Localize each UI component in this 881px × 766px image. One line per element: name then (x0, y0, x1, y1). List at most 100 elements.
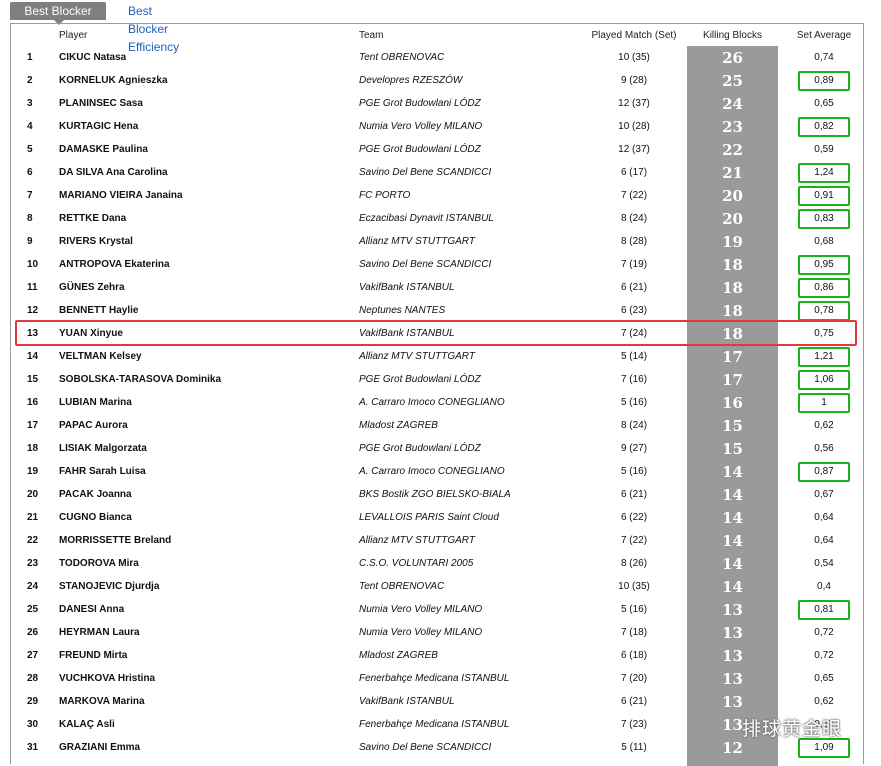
killing-blocks-value: 25 (722, 72, 743, 90)
table-row[interactable]: 1 CIKUC Natasa Tent OBRENOVAC 10 (35) 26 0,74 (11, 46, 863, 69)
player-name: DA SILVA Ana Carolina (59, 167, 168, 178)
table-row[interactable]: 11 GÜNES Zehra VakifBank ISTANBUL 6 (21) 18 0… (11, 276, 863, 299)
table-row[interactable]: 8 RETTKE Dana Eczacibasi Dynavit ISTANBUL 8… (11, 207, 863, 230)
rank-cell: 20 (27, 489, 39, 500)
player-name: CUGNO Bianca (59, 512, 132, 523)
tab-best-blocker[interactable]: Best Blocker (10, 2, 106, 25)
table-row[interactable]: 18 LISIAK Malgorzata PGE Grot Budowlani LÓ… (11, 437, 863, 460)
rank-cell: 11 (27, 282, 38, 293)
header-killing-blocks: Killing Blocks (703, 30, 762, 41)
table-row[interactable]: 25 DANESI Anna Numia Vero Volley MILANO 5 (… (11, 598, 863, 621)
header-player: Player (59, 30, 88, 41)
played-match-set: 7 (23) (620, 719, 648, 730)
killing-blocks-value: 14 (722, 555, 743, 573)
player-name: DAMASKE Paulina (59, 144, 148, 155)
played-match-set: 6 (18) (620, 650, 648, 661)
set-average-value: 0,82 (814, 121, 834, 132)
table-row[interactable]: 20 PACAK Joanna BKS Bostik ZGO BIELSKO-BIA… (11, 483, 863, 506)
player-name: KALAÇ Asli (59, 719, 115, 730)
rank-cell: 6 (27, 167, 33, 178)
team-name: Mladost ZAGREB (359, 420, 438, 431)
table-row[interactable]: 15 SOBOLSKA-TARASOVA Dominika PGE Grot Bud… (11, 368, 863, 391)
played-match-set: 8 (24) (620, 420, 648, 431)
table-row[interactable]: 16 LUBIAN Marina A. Carraro Imoco CONEGLIA… (11, 391, 863, 414)
table-row[interactable]: 2 KORNELUK Agnieszka Developres RZESZÓW 9 (… (11, 69, 863, 92)
rank-cell: 2 (27, 75, 33, 86)
rank-cell: 10 (27, 259, 39, 270)
team-name: VakifBank ISTANBUL (359, 696, 455, 707)
player-name: FAHR Sarah Luisa (59, 466, 146, 477)
player-name: VELTMAN Kelsey (59, 351, 142, 362)
played-match-set: 5 (16) (620, 604, 648, 615)
ranking-table: Player Team Played Match (Set) Killing B… (10, 23, 864, 766)
table-row[interactable]: 9 RIVERS Krystal Allianz MTV STUTTGART 8 (2… (11, 230, 863, 253)
killing-blocks-value: 18 (722, 302, 743, 320)
set-average-value: 0,83 (814, 213, 834, 224)
table-row[interactable]: 17 PAPAC Aurora Mladost ZAGREB 8 (24) 15 0,62 (11, 414, 863, 437)
set-average-value: 0,81 (814, 604, 834, 615)
tab-best-blocker-efficiency[interactable]: Best Blocker Efficiency (128, 2, 179, 54)
set-average-value: 0,62 (814, 696, 834, 707)
rank-cell: 15 (27, 374, 39, 385)
played-match-set: 9 (27) (620, 443, 648, 454)
table-row[interactable]: 19 FAHR Sarah Luisa A. Carraro Imoco CONEG… (11, 460, 863, 483)
killing-blocks-value: 22 (722, 141, 743, 159)
table-row[interactable]: 24 STANOJEVIC Djurdja Tent OBRENOVAC 10 (35… (11, 575, 863, 598)
player-name: GÜNES Zehra (59, 282, 125, 293)
table-row[interactable]: 27 FREUND Mirta Mladost ZAGREB 6 (18) 13 0,72 (11, 644, 863, 667)
table-row[interactable]: 28 VUCHKOVA Hristina Fenerbahçe Medicana I… (11, 667, 863, 690)
set-average-value: 0,59 (814, 144, 834, 155)
team-name: Savino Del Bene SCANDICCI (359, 742, 492, 753)
table-row[interactable]: 22 MORRISSETTE Breland Allianz MTV STUTTGA… (11, 529, 863, 552)
played-match-set: 9 (28) (620, 75, 648, 86)
player-name: PLANINSEC Sasa (59, 98, 143, 109)
team-name: Allianz MTV STUTTGART (359, 535, 475, 546)
player-name: MORRISSETTE Breland (59, 535, 172, 546)
played-match-set: 12 (37) (618, 144, 650, 155)
killing-blocks-value: 18 (722, 279, 743, 297)
table-row[interactable]: 23 TODOROVA Mira C.S.O. VOLUNTARI 2005 8 (2… (11, 552, 863, 575)
player-name: FREUND Mirta (59, 650, 128, 661)
played-match-set: 8 (24) (620, 213, 648, 224)
killing-blocks-value: 15 (722, 417, 743, 435)
played-match-set: 10 (28) (618, 121, 650, 132)
header-set-average: Set Average (796, 30, 852, 41)
set-average-value: 1,24 (814, 167, 834, 178)
header-played: Played Match (Set) (591, 30, 677, 41)
table-row[interactable]: 30 KALAÇ Asli Fenerbahçe Medicana ISTANBUL… (11, 713, 863, 736)
table-row[interactable]: 31 GRAZIANI Emma Savino Del Bene SCANDICCI… (11, 736, 863, 759)
team-name: LEVALLOIS PARIS Saint Cloud (359, 512, 499, 523)
killing-blocks-value: 12 (722, 739, 743, 757)
played-match-set: 5 (16) (620, 397, 648, 408)
table-row[interactable]: 4 KURTAGIC Hena Numia Vero Volley MILANO 10… (11, 115, 863, 138)
team-name: PGE Grot Budowlani LÓDZ (359, 98, 481, 109)
table-row[interactable]: 5 DAMASKE Paulina PGE Grot Budowlani LÓDZ 1… (11, 138, 863, 161)
player-name: SOBOLSKA-TARASOVA Dominika (59, 374, 222, 385)
table-row[interactable]: 3 PLANINSEC Sasa PGE Grot Budowlani LÓDZ 12… (11, 92, 863, 115)
played-match-set: 5 (14) (620, 351, 648, 362)
set-average-value: 0,74 (814, 52, 834, 63)
team-name: PGE Grot Budowlani LÓDZ (359, 443, 481, 454)
team-name: Eczacibasi Dynavit ISTANBUL (359, 213, 494, 224)
set-average-value: 1,06 (814, 374, 834, 385)
team-name: Numia Vero Volley MILANO (359, 604, 483, 615)
table-row[interactable]: 26 HEYRMAN Laura Numia Vero Volley MILANO 7… (11, 621, 863, 644)
set-average-value: 0,62 (814, 420, 834, 431)
killing-blocks-value: 20 (722, 210, 743, 228)
table-row[interactable]: 14 VELTMAN Kelsey Allianz MTV STUTTGART 5 (… (11, 345, 863, 368)
rank-cell: 17 (27, 420, 39, 431)
killing-blocks-value: 18 (722, 256, 743, 274)
killing-blocks-value: 14 (722, 509, 743, 527)
rank-cell: 26 (27, 627, 39, 638)
set-average-value: 0,89 (814, 75, 834, 86)
table-row[interactable]: 7 MARIANO VIEIRA Janaina FC PORTO 7 (22) 20 0… (11, 184, 863, 207)
table-row[interactable]: 10 ANTROPOVA Ekaterina Savino Del Bene SCA… (11, 253, 863, 276)
table-row[interactable]: 29 MARKOVA Marina VakifBank ISTANBUL 6 (21)… (11, 690, 863, 713)
table-row[interactable]: 6 DA SILVA Ana Carolina Savino Del Bene SC… (11, 161, 863, 184)
killing-blocks-value: 13 (722, 624, 743, 642)
killing-blocks-value: 24 (722, 95, 743, 113)
table-row[interactable]: 12 BENNETT Haylie Neptunes NANTES 6 (23) 18 0… (11, 299, 863, 322)
player-name: HEYRMAN Laura (59, 627, 140, 638)
table-row[interactable]: 21 CUGNO Bianca LEVALLOIS PARIS Saint Clou… (11, 506, 863, 529)
team-name: Fenerbahçe Medicana ISTANBUL (359, 719, 510, 730)
